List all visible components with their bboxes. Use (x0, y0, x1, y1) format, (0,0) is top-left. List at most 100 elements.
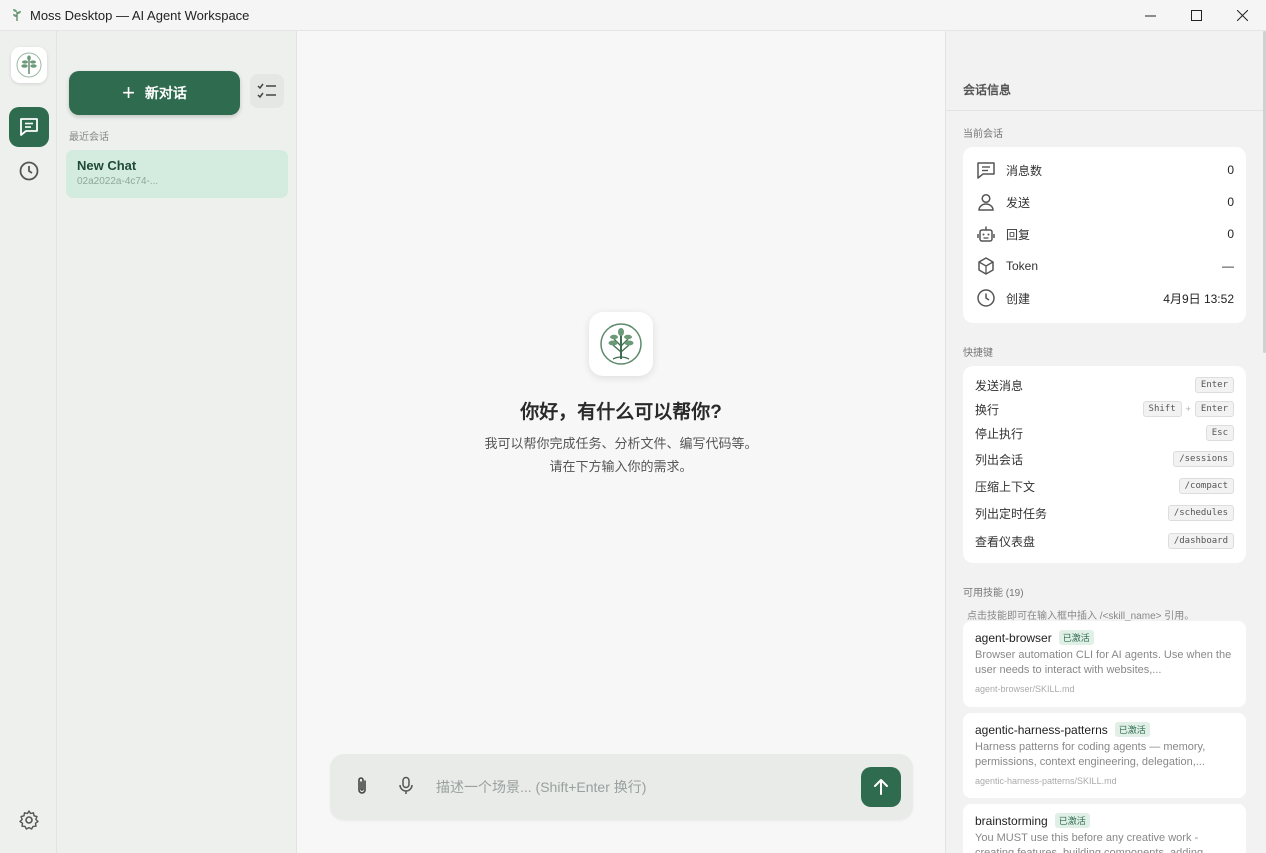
arrow-up-icon (874, 779, 888, 795)
status-badge: 已激活 (1058, 630, 1094, 645)
skills-label: 可用技能 (19) (963, 588, 1024, 599)
chat-main: 你好，有什么可以帮你? 我可以帮你完成任务、分析文件、编写代码等。 请在下方输入… (297, 31, 945, 853)
title-bar: Moss Desktop — AI Agent Workspace (0, 0, 1266, 31)
new-chat-label: 新对话 (144, 85, 187, 101)
stat-replies: 回复 0 (975, 221, 1234, 247)
logo (11, 47, 47, 83)
message-input[interactable] (436, 774, 846, 800)
current-session-label: 当前会话 (963, 129, 1003, 140)
key-plus: + (1185, 404, 1191, 414)
close-icon (1236, 10, 1248, 21)
shortcuts-label: 快捷键 (963, 348, 993, 359)
maximize-button[interactable] (1173, 0, 1219, 31)
skill-description: Harness patterns for coding agents — mem… (975, 741, 1206, 768)
stat-messages: 消息数 0 (975, 157, 1234, 183)
attach-button[interactable] (344, 768, 380, 804)
key-cap: /compact (1178, 478, 1234, 494)
chat-nav-button[interactable] (9, 107, 49, 147)
skill-card[interactable]: brainstorming 已激活 You MUST use this befo… (963, 804, 1246, 853)
clock-icon (975, 287, 997, 309)
greeting-heading: 你好，有什么可以帮你? (520, 402, 722, 423)
key-cap: /dashboard (1167, 533, 1234, 549)
stat-value: 0 (1227, 195, 1234, 209)
shortcut-row: 列出定时任务 /schedules (975, 503, 1234, 523)
hero-logo (589, 312, 653, 376)
shortcuts-card: 发送消息 Enter 换行 Shift + Enter 停止执行 Esc 列出会… (963, 366, 1246, 563)
stat-value: — (1222, 259, 1234, 273)
skill-card[interactable]: agent-browser 已激活 Browser automation CLI… (963, 621, 1246, 707)
shortcut-row: 停止执行 Esc (975, 423, 1234, 443)
key-cap: Shift (1142, 401, 1182, 417)
skill-description: Browser automation CLI for AI agents. Us… (975, 649, 1232, 676)
chat-title: New Chat (77, 158, 137, 173)
stat-label: 创建 (1006, 291, 1031, 306)
stat-value: 4月9日 13:52 (1163, 291, 1234, 306)
status-badge: 已激活 (1114, 722, 1150, 737)
shortcut-label: 列出会话 (975, 452, 1024, 467)
key-cap: Esc (1205, 425, 1234, 441)
shortcut-row: 查看仪表盘 /dashboard (975, 531, 1234, 551)
shortcut-row: 压缩上下文 /compact (975, 476, 1234, 496)
key-cap: /sessions (1173, 451, 1234, 467)
key-cap: Enter (1194, 377, 1234, 393)
stat-label: Token (1006, 259, 1039, 273)
stat-label: 回复 (1006, 227, 1031, 242)
skill-path: agentic-harness-patterns/SKILL.md (975, 776, 1117, 786)
new-chat-button[interactable]: + 新对话 (69, 71, 240, 115)
message-icon (975, 159, 997, 181)
skill-description: You MUST use this before any creative wo… (975, 832, 1213, 853)
paperclip-icon (358, 777, 366, 794)
skill-card[interactable]: agentic-harness-patterns 已激活 Harness pat… (963, 713, 1246, 798)
robot-icon (975, 223, 997, 245)
shortcut-label: 停止执行 (975, 426, 1024, 441)
user-icon (975, 191, 997, 213)
gear-icon (19, 810, 39, 830)
shortcut-row: 列出会话 /sessions (975, 449, 1234, 469)
minimize-button[interactable] (1127, 0, 1173, 31)
task-list-button[interactable] (250, 74, 284, 108)
app-icon (10, 8, 24, 22)
shortcut-label: 发送消息 (975, 378, 1024, 393)
cube-icon (975, 255, 997, 277)
checklist-icon (257, 83, 276, 99)
microphone-icon (399, 776, 413, 794)
tree-logo-icon (600, 323, 642, 365)
shortcut-label: 列出定时任务 (975, 506, 1048, 521)
recent-chats-label: 最近会话 (69, 132, 109, 143)
tree-logo-icon (16, 52, 42, 78)
stat-token: Token — (975, 253, 1234, 279)
voice-button[interactable] (388, 768, 424, 804)
stat-value: 0 (1227, 227, 1234, 241)
close-button[interactable] (1219, 0, 1265, 31)
plus-icon: + (122, 80, 135, 105)
shortcut-label: 换行 (975, 402, 1000, 417)
chat-list-item[interactable]: New Chat 02a2022a-4c74-... (66, 150, 288, 198)
clock-icon (19, 161, 39, 181)
shortcut-row: 发送消息 Enter (975, 375, 1234, 395)
shortcut-label: 压缩上下文 (975, 479, 1036, 494)
key-cap: Enter (1194, 401, 1234, 417)
session-stats-card: 消息数 0 发送 0 回复 0 Token — 创建 4月9日 13:52 (963, 147, 1246, 323)
send-button[interactable] (861, 767, 901, 807)
skill-name: brainstorming (975, 813, 1048, 828)
stat-value: 0 (1227, 163, 1234, 177)
panel-title: 会话信息 (963, 83, 1012, 97)
history-nav-button[interactable] (9, 151, 49, 191)
settings-button[interactable] (9, 800, 49, 840)
status-badge: 已激活 (1054, 813, 1090, 828)
maximize-icon (1190, 10, 1202, 21)
skill-name: agentic-harness-patterns (975, 722, 1108, 737)
skill-name: agent-browser (975, 630, 1052, 645)
key-cap: /schedules (1167, 505, 1234, 521)
chat-id: 02a2022a-4c74-... (77, 176, 159, 187)
greeting-subtext-2: 请在下方输入你的需求。 (549, 459, 693, 474)
stat-label: 发送 (1006, 195, 1031, 210)
sidebar: + 新对话 最近会话 New Chat 02a2022a-4c74-... (57, 31, 297, 853)
stat-sent: 发送 0 (975, 189, 1234, 215)
message-composer (330, 754, 913, 820)
nav-rail (0, 31, 57, 853)
stat-created: 创建 4月9日 13:52 (975, 285, 1234, 311)
chat-icon (20, 118, 38, 136)
skill-path: agent-browser/SKILL.md (975, 684, 1075, 694)
shortcut-row: 换行 Shift + Enter (975, 399, 1234, 419)
